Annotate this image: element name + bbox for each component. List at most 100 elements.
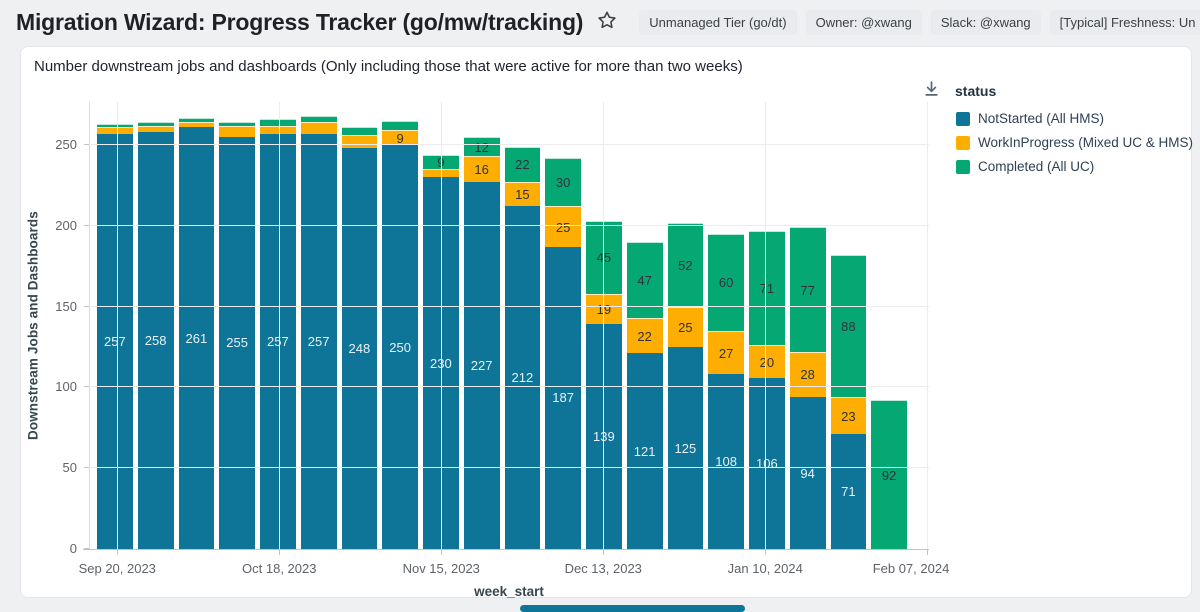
- y-tick-label: 150: [39, 299, 77, 314]
- gridline-horizontal: [89, 306, 929, 307]
- bar-segment-not-started[interactable]: 258: [138, 132, 174, 549]
- bar-segment-not-started[interactable]: 257: [97, 134, 133, 549]
- bar-segment-completed[interactable]: [382, 121, 418, 131]
- x-tick-mark: [279, 550, 280, 555]
- bar: 2271612: [464, 137, 500, 549]
- bar: 248: [342, 127, 378, 549]
- bar-segment-completed[interactable]: [342, 127, 378, 135]
- legend-swatch-not-started: [956, 112, 970, 126]
- y-tick-label: 0: [39, 541, 77, 556]
- bar-segment-work-in-progress[interactable]: 28: [790, 352, 826, 397]
- bar-segment-completed[interactable]: 52: [668, 223, 704, 307]
- bar-segment-not-started[interactable]: 125: [668, 347, 704, 549]
- legend-title: status: [955, 83, 996, 99]
- bar-segment-work-in-progress[interactable]: 23: [831, 397, 867, 434]
- x-tick-mark: [441, 550, 442, 555]
- legend-item-not-started[interactable]: NotStarted (All HMS): [956, 111, 1193, 126]
- bar-segment-not-started[interactable]: 250: [382, 145, 418, 549]
- x-tick-label: Oct 18, 2023: [242, 561, 316, 576]
- bar-segment-completed[interactable]: 12: [464, 137, 500, 156]
- download-button[interactable]: [923, 80, 940, 102]
- y-tick-mark: [84, 144, 89, 145]
- x-tick-label: Feb 07, 2024: [873, 561, 950, 576]
- page-header: Migration Wizard: Progress Tracker (go/m…: [0, 0, 1200, 44]
- bar: 712388: [831, 255, 867, 549]
- star-icon: [596, 9, 618, 36]
- x-tick-mark: [603, 550, 604, 555]
- gridline-horizontal: [89, 225, 929, 226]
- x-tick-label: Jan 10, 2024: [728, 561, 803, 576]
- badge-freshness[interactable]: [Typical] Freshness: Un: [1050, 10, 1200, 35]
- bar-segment-work-in-progress[interactable]: 16: [464, 156, 500, 182]
- bar-segment-not-started[interactable]: 71: [831, 434, 867, 549]
- bar-segment-completed[interactable]: 71: [749, 231, 785, 346]
- gridline-horizontal: [89, 144, 929, 145]
- bar-segment-completed[interactable]: 22: [505, 147, 541, 183]
- bar: 258: [138, 122, 174, 549]
- horizontal-scrollbar-thumb[interactable]: [520, 605, 745, 612]
- bar: 2121522: [505, 147, 541, 549]
- bar-segment-work-in-progress[interactable]: [301, 122, 337, 133]
- gridline-horizontal: [89, 467, 929, 468]
- bar-segment-not-started[interactable]: 121: [627, 353, 663, 549]
- y-tick-label: 250: [39, 137, 77, 152]
- gridline-vertical: [441, 102, 442, 549]
- bar: 257: [260, 119, 296, 549]
- badge-slack[interactable]: Slack: @xwang: [931, 10, 1041, 35]
- bar-segment-completed[interactable]: 77: [790, 227, 826, 351]
- page-title: Migration Wizard: Progress Tracker (go/m…: [16, 9, 583, 36]
- bar: 2509: [382, 121, 418, 549]
- bar-segment-completed[interactable]: 92: [871, 400, 907, 549]
- gridline-vertical: [279, 102, 280, 549]
- legend: status NotStarted (All HMS) WorkInProgres…: [923, 80, 1193, 183]
- bar-segment-completed[interactable]: 30: [545, 158, 581, 206]
- bar-segment-not-started[interactable]: 248: [342, 148, 378, 549]
- bar-segment-completed[interactable]: 88: [831, 255, 867, 397]
- bar-segment-not-started[interactable]: 257: [301, 134, 337, 549]
- legend-item-work-in-progress[interactable]: WorkInProgress (Mixed UC & HMS): [956, 135, 1193, 150]
- y-tick-mark: [84, 548, 89, 549]
- x-tick-label: Dec 13, 2023: [565, 561, 642, 576]
- bar-segment-work-in-progress[interactable]: [260, 126, 296, 134]
- bar: 92: [871, 400, 907, 549]
- bar-segment-work-in-progress[interactable]: 25: [545, 206, 581, 246]
- legend-item-completed[interactable]: Completed (All UC): [956, 159, 1193, 174]
- legend-swatch-work-in-progress: [956, 136, 970, 150]
- bar-segment-work-in-progress[interactable]: 20: [749, 345, 785, 377]
- bar-segment-work-in-progress[interactable]: 9: [382, 130, 418, 145]
- bar-segment-work-in-progress[interactable]: [342, 135, 378, 148]
- bar-segment-not-started[interactable]: 108: [708, 374, 744, 549]
- legend-swatch-completed: [956, 160, 970, 174]
- favorite-star-button[interactable]: [596, 9, 618, 36]
- bar-segment-not-started[interactable]: 255: [219, 137, 255, 549]
- bar-segment-completed[interactable]: 60: [708, 234, 744, 331]
- bar-segment-work-in-progress[interactable]: [219, 126, 255, 137]
- bar: 261: [179, 118, 215, 549]
- bar-segment-work-in-progress[interactable]: 15: [505, 182, 541, 206]
- bar-segment-not-started[interactable]: 261: [179, 127, 215, 549]
- bar-segment-work-in-progress[interactable]: 22: [627, 318, 663, 354]
- bar-segment-not-started[interactable]: 257: [260, 134, 296, 549]
- bar: 942877: [790, 227, 826, 549]
- bar: 1212247: [627, 242, 663, 549]
- badge-tier[interactable]: Unmanaged Tier (go/dt): [639, 10, 796, 35]
- bar-segment-not-started[interactable]: 106: [749, 378, 785, 549]
- bar: 257: [301, 116, 337, 549]
- x-axis-title: week_start: [474, 584, 544, 599]
- bar-segment-not-started[interactable]: 227: [464, 182, 500, 549]
- gridline-vertical: [603, 102, 604, 549]
- chart-card: Number downstream jobs and dashboards (O…: [20, 46, 1192, 598]
- bar-segment-not-started[interactable]: 187: [545, 247, 581, 549]
- bar: 257: [97, 124, 133, 549]
- badge-owner[interactable]: Owner: @xwang: [806, 10, 922, 35]
- bar-segment-not-started[interactable]: 212: [505, 206, 541, 549]
- bar-segment-work-in-progress[interactable]: 27: [708, 331, 744, 375]
- chart-title: Number downstream jobs and dashboards (O…: [34, 58, 743, 75]
- bar-segment-work-in-progress[interactable]: 25: [668, 307, 704, 347]
- bar-segment-not-started[interactable]: 94: [790, 397, 826, 549]
- bars: 2572582612552572572482509230922716122121…: [97, 102, 907, 549]
- legend-label: NotStarted (All HMS): [978, 111, 1104, 126]
- bar: 255: [219, 122, 255, 549]
- x-tick-mark: [927, 550, 928, 555]
- x-tick-label: Nov 15, 2023: [403, 561, 480, 576]
